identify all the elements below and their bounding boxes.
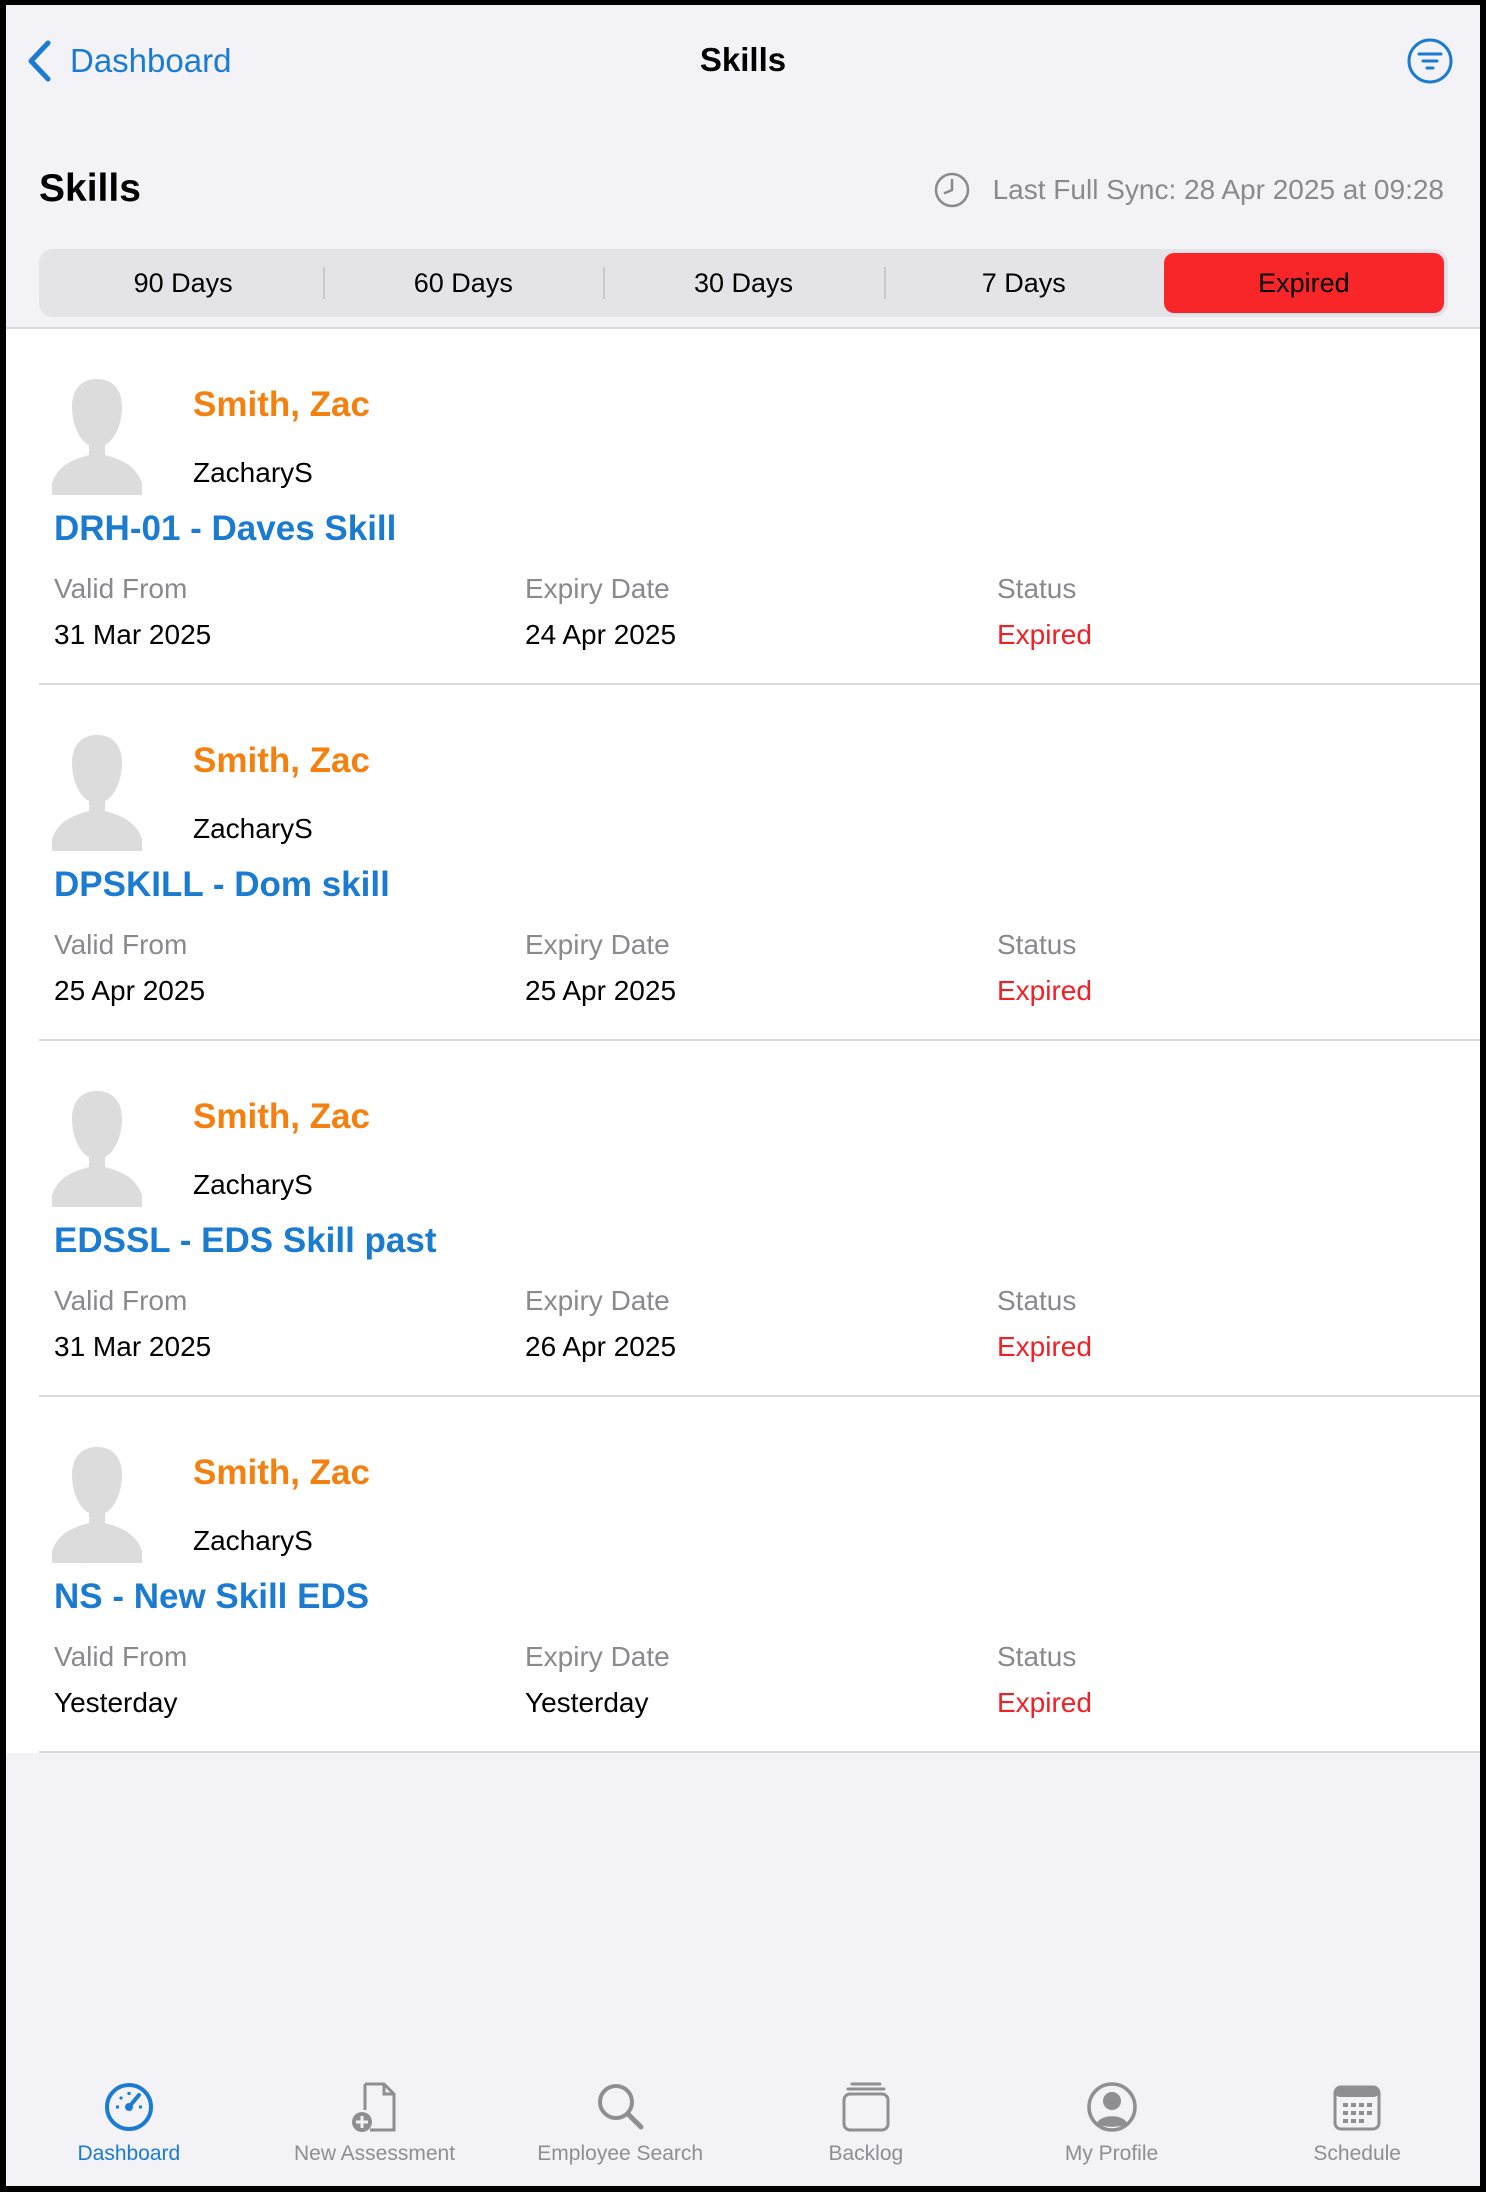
valid-from-column: Valid From 31 Mar 2025	[54, 1285, 211, 1363]
clock-icon	[934, 172, 969, 208]
stack-icon	[842, 2082, 890, 2132]
valid-from-label: Valid From	[54, 1641, 188, 1672]
expiry-date-column: Expiry Date 25 Apr 2025	[525, 929, 676, 1007]
avatar	[52, 1091, 142, 1207]
skill-card[interactable]: Smith, Zac ZacharyS NS - New Skill EDS V…	[39, 1397, 1480, 1753]
tab-new-assessment[interactable]: New Assessment	[252, 2066, 498, 2186]
employee-name: Smith, Zac	[193, 1453, 370, 1492]
person-placeholder-icon	[52, 1447, 142, 1563]
navigation-bar: Dashboard Skills	[6, 5, 1480, 113]
document-add-icon	[351, 2082, 395, 2132]
expiry-date-column: Expiry Date 24 Apr 2025	[525, 573, 676, 651]
expiry-date-value: 24 Apr 2025	[525, 619, 677, 650]
employee-username: ZacharyS	[193, 1169, 313, 1200]
employee-username: ZacharyS	[193, 1525, 313, 1556]
valid-from-value: Yesterday	[54, 1687, 178, 1718]
status-column: Status Expired	[997, 929, 1092, 1007]
valid-from-column: Valid From 25 Apr 2025	[54, 929, 205, 1007]
tab-label: My Profile	[1064, 2142, 1159, 2165]
filter-button[interactable]	[1406, 37, 1454, 85]
skill-card[interactable]: Smith, Zac ZacharyS EDSSL - EDS Skill pa…	[39, 1041, 1480, 1397]
status-value: Expired	[997, 1687, 1092, 1718]
expiry-date-label: Expiry Date	[525, 1285, 670, 1316]
gauge-icon	[104, 2083, 153, 2131]
tab-dashboard[interactable]: Dashboard	[6, 2066, 252, 2186]
status-value: Expired	[997, 619, 1092, 650]
valid-from-column: Valid From 31 Mar 2025	[54, 573, 211, 651]
expiry-date-column: Expiry Date Yesterday	[525, 1641, 670, 1719]
tab-backlog[interactable]: Backlog	[743, 2066, 989, 2186]
segment-60-days[interactable]: 60 Days	[323, 253, 603, 313]
tab-label: New Assessment	[293, 2142, 456, 2165]
last-sync-indicator: Last Full Sync: 28 Apr 2025 at 09:28	[933, 171, 1444, 209]
employee-name: Smith, Zac	[193, 741, 370, 780]
status-value: Expired	[997, 975, 1092, 1006]
status-label: Status	[997, 929, 1077, 960]
filter-icon	[1407, 38, 1453, 84]
valid-from-value: 31 Mar 2025	[54, 1331, 212, 1362]
employee-username: ZacharyS	[193, 457, 313, 488]
person-placeholder-icon	[52, 735, 142, 851]
skill-card[interactable]: Smith, Zac ZacharyS DPSKILL - Dom skill …	[39, 685, 1480, 1041]
skill-title[interactable]: NS - New Skill EDS	[54, 1577, 369, 1617]
skill-title[interactable]: DRH-01 - Daves Skill	[54, 509, 396, 549]
tab-bar: Dashboard New Assessment Employee Search	[6, 2066, 1480, 2186]
app-screen: Dashboard Skills Skills Last Full Sync: …	[6, 5, 1480, 2186]
employee-name: Smith, Zac	[193, 1097, 370, 1136]
skills-list: Smith, Zac ZacharyS DRH-01 - Daves Skill…	[6, 327, 1480, 1753]
skill-title[interactable]: DPSKILL - Dom skill	[54, 865, 390, 905]
status-column: Status Expired	[997, 1641, 1092, 1719]
person-placeholder-icon	[52, 1091, 142, 1207]
nav-title: Skills	[699, 41, 787, 78]
status-label: Status	[997, 1285, 1077, 1316]
skill-title[interactable]: EDSSL - EDS Skill past	[54, 1221, 437, 1261]
status-column: Status Expired	[997, 1285, 1092, 1363]
avatar	[52, 379, 142, 495]
expiry-date-label: Expiry Date	[525, 573, 670, 604]
tab-label: Dashboard	[77, 2142, 181, 2165]
employee-name: Smith, Zac	[193, 385, 370, 424]
avatar	[52, 735, 142, 851]
segment-90-days[interactable]: 90 Days	[43, 253, 323, 313]
tab-schedule[interactable]: Schedule	[1234, 2066, 1480, 2186]
period-segmented-control: 90 Days 60 Days 30 Days 7 Days Expired	[39, 249, 1448, 317]
calendar-icon	[1333, 2085, 1381, 2131]
expiry-date-label: Expiry Date	[525, 929, 670, 960]
person-placeholder-icon	[52, 379, 142, 495]
tab-employee-search[interactable]: Employee Search	[497, 2066, 743, 2186]
valid-from-label: Valid From	[54, 929, 188, 960]
segment-30-days[interactable]: 30 Days	[603, 253, 883, 313]
valid-from-value: 31 Mar 2025	[54, 619, 212, 650]
status-column: Status Expired	[997, 573, 1092, 651]
tab-my-profile[interactable]: My Profile	[989, 2066, 1235, 2186]
expiry-date-column: Expiry Date 26 Apr 2025	[525, 1285, 676, 1363]
expiry-date-value: 26 Apr 2025	[525, 1331, 677, 1362]
status-label: Status	[997, 1641, 1077, 1672]
tab-label: Schedule	[1313, 2142, 1401, 2165]
skill-card[interactable]: Smith, Zac ZacharyS DRH-01 - Daves Skill…	[39, 329, 1480, 685]
tab-label: Backlog	[828, 2142, 904, 2165]
valid-from-column: Valid From Yesterday	[54, 1641, 187, 1719]
status-value: Expired	[997, 1331, 1092, 1362]
employee-username: ZacharyS	[193, 813, 313, 844]
tab-label: Employee Search	[537, 2142, 704, 2165]
status-label: Status	[997, 573, 1077, 604]
expiry-date-value: Yesterday	[525, 1687, 649, 1718]
page-title: Skills	[39, 167, 141, 210]
sync-text: Last Full Sync: 28 Apr 2025 at 09:28	[992, 174, 1444, 205]
segment-expired[interactable]: Expired	[1163, 253, 1445, 313]
segment-7-days[interactable]: 7 Days	[883, 253, 1164, 313]
valid-from-label: Valid From	[54, 1285, 188, 1316]
valid-from-label: Valid From	[54, 573, 188, 604]
valid-from-value: 25 Apr 2025	[54, 975, 206, 1006]
person-circle-icon	[1086, 2082, 1137, 2132]
expiry-date-value: 25 Apr 2025	[525, 975, 677, 1006]
expiry-date-label: Expiry Date	[525, 1641, 670, 1672]
search-icon	[598, 2084, 644, 2130]
avatar	[52, 1447, 142, 1563]
